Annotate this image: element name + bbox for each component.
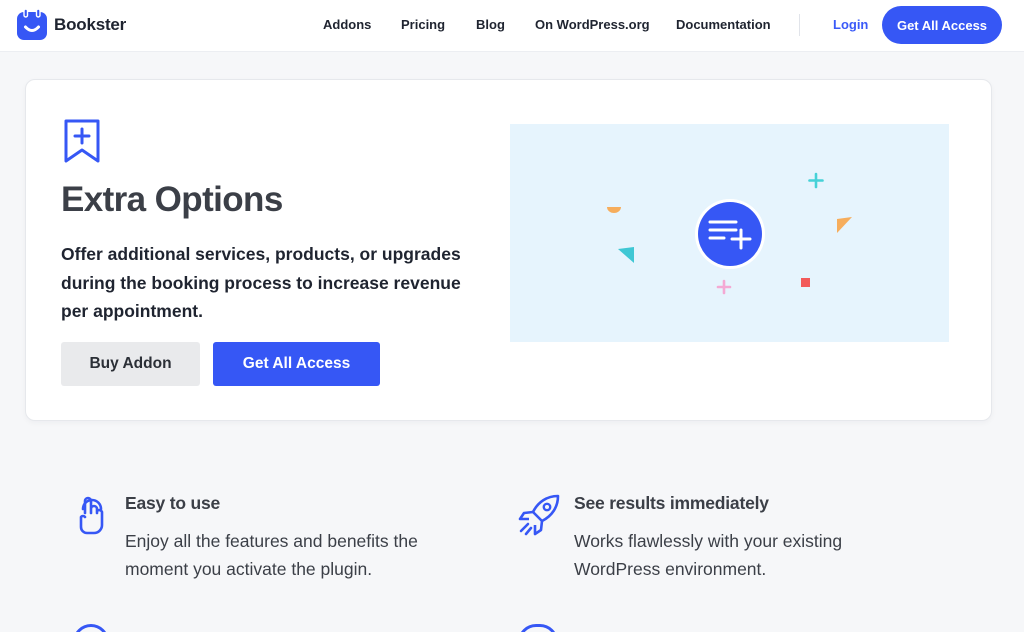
- brand-name: Bookster: [54, 15, 127, 34]
- nav-divider: [799, 14, 800, 36]
- confetti-square: [801, 278, 810, 287]
- login-link[interactable]: Login: [833, 17, 868, 32]
- page-title: Extra Options: [61, 180, 283, 219]
- icon-circle: [698, 202, 762, 266]
- nav-documentation[interactable]: Documentation: [676, 17, 771, 32]
- confetti-plus-teal: [808, 172, 824, 189]
- buy-addon-button[interactable]: Buy Addon: [61, 342, 200, 386]
- feature-description: Works flawlessly with your existing Word…: [574, 531, 843, 579]
- nav-blog[interactable]: Blog: [476, 17, 505, 32]
- feature-see-results: See results immediately Works flawlessly…: [518, 493, 918, 632]
- confetti-triangle-orange: [837, 217, 852, 233]
- hero-description: Offer additional services, products, or …: [61, 244, 461, 321]
- feature-easy-to-use: Easy to use Enjoy all the features and b…: [73, 493, 473, 632]
- get-all-access-header-button[interactable]: Get All Access: [882, 6, 1002, 44]
- feature-title: See results immediately: [574, 493, 769, 513]
- top-navigation: Bookster Addons Pricing Blog On WordPres…: [0, 0, 1024, 52]
- nav-addons[interactable]: Addons: [323, 17, 371, 32]
- bookmark-plus-icon: [64, 119, 100, 163]
- pointer-hand-icon: [79, 496, 104, 535]
- nav-on-wordpress-org[interactable]: On WordPress.org: [535, 17, 650, 32]
- rocket-icon: [518, 494, 560, 536]
- confetti-triangle: [618, 247, 634, 263]
- get-all-access-button[interactable]: Get All Access: [213, 342, 380, 386]
- addon-illustration: [510, 124, 949, 342]
- calendar-smile-icon: [17, 9, 47, 40]
- brand-logo[interactable]: Bookster: [16, 9, 126, 41]
- feature-title: Easy to use: [125, 493, 221, 513]
- feature-description: Enjoy all the features and benefits the …: [125, 531, 418, 579]
- nav-pricing[interactable]: Pricing: [401, 17, 445, 32]
- confetti-semicircle: [607, 207, 621, 213]
- addon-hero-card: Extra Options Offer additional services,…: [25, 79, 992, 421]
- confetti-plus-pink: [716, 279, 732, 295]
